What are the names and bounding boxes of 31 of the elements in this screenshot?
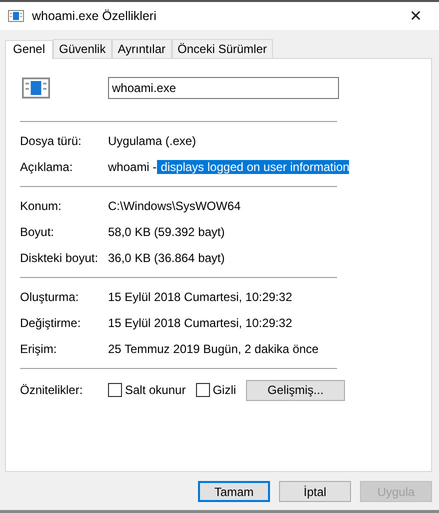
field-value: 36,0 KB (36.864 bayt) xyxy=(108,251,225,265)
field-label: Diskteki boyut: xyxy=(20,251,100,265)
tab[interactable]: Önceki Sürümler xyxy=(172,39,273,58)
field-label: Konum: xyxy=(20,199,62,213)
field-label: Dosya türü: xyxy=(20,134,82,148)
field-label: Oluşturma: xyxy=(20,290,80,304)
advanced-button[interactable]: Gelişmiş... xyxy=(246,380,346,400)
field-label: Açıklama: xyxy=(20,160,74,174)
field-value: whoami - displays logged on user information xyxy=(108,160,350,174)
window-title: whoami.exe Özellikleri xyxy=(32,9,158,23)
application-icon xyxy=(8,10,24,22)
field-label: Değiştirme: xyxy=(20,316,82,330)
field-value: 15 Eylül 2018 Cumartesi, 10:29:32 xyxy=(108,316,292,330)
application-icon xyxy=(22,77,50,99)
field-label: Öznitelikler: xyxy=(20,383,84,397)
close-button[interactable]: ✕ xyxy=(393,2,439,30)
field-value: 58,0 KB (59.392 bayt) xyxy=(108,225,225,239)
name-field[interactable]: whoami.exe xyxy=(108,77,339,99)
field-label: Erişim: xyxy=(20,342,58,356)
field-value: C:\Windows\SysWOW64 xyxy=(108,199,241,213)
field-value: 25 Temmuz 2019 Bugün, 2 dakika önce xyxy=(108,342,319,356)
checkbox[interactable]: Gizli xyxy=(196,383,236,397)
tab[interactable]: Genel xyxy=(5,40,54,59)
field-value: Uygulama (.exe) xyxy=(108,134,196,148)
dialog-button[interactable]: Tamam xyxy=(198,481,270,502)
dialog-button[interactable]: İptal xyxy=(279,481,351,502)
field-value: 15 Eylül 2018 Cumartesi, 10:29:32 xyxy=(108,290,292,304)
checkbox[interactable]: Salt okunur xyxy=(108,383,186,397)
tab[interactable]: Ayrıntılar xyxy=(112,39,172,58)
field-label: Boyut: xyxy=(20,225,56,239)
tab[interactable]: Güvenlik xyxy=(53,39,112,58)
